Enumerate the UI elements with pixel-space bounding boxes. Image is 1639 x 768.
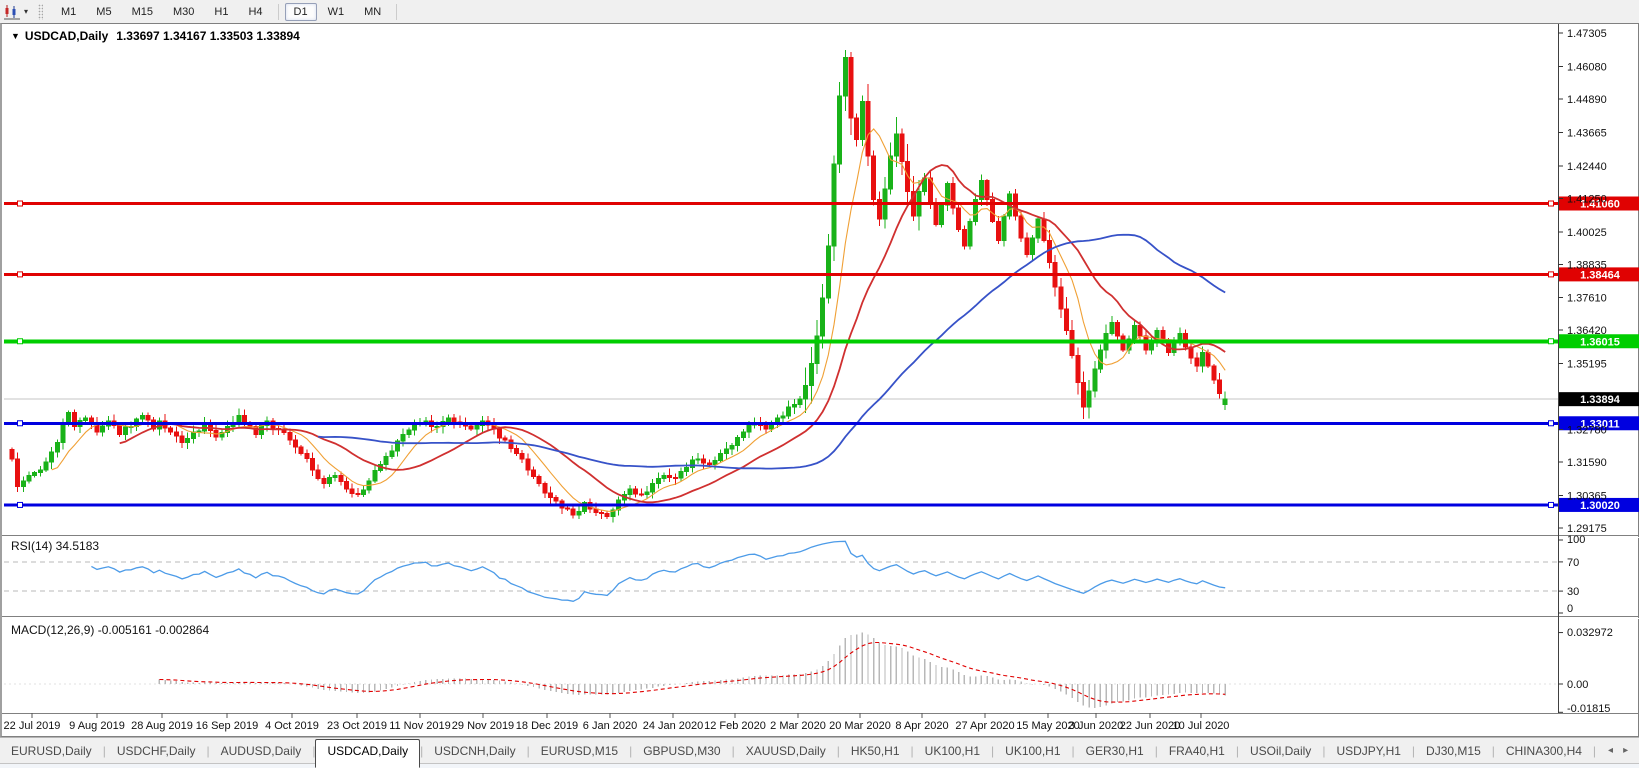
- svg-text:18 Dec 2019: 18 Dec 2019: [516, 720, 578, 732]
- chart-tab-hk50-h1[interactable]: HK50,H1: [840, 740, 911, 762]
- svg-text:20 Mar 2020: 20 Mar 2020: [829, 720, 891, 732]
- chart-tab-gbpusd-m30[interactable]: GBPUSD,M30: [632, 740, 731, 762]
- chart-tab-usdchf-daily[interactable]: USDCHF,Daily: [106, 740, 207, 762]
- chart-tab-uk100-h1[interactable]: UK100,H1: [914, 740, 991, 762]
- svg-text:1.31590: 1.31590: [1567, 457, 1607, 469]
- svg-text:0.00: 0.00: [1567, 679, 1588, 691]
- chart-type-icon[interactable]: [2, 4, 22, 20]
- chart-tab-uk100-h1[interactable]: UK100,H1: [994, 740, 1071, 762]
- svg-text:1.32780: 1.32780: [1567, 425, 1607, 437]
- svg-text:12 Feb 2020: 12 Feb 2020: [704, 720, 766, 732]
- svg-text:1.37610: 1.37610: [1567, 293, 1607, 305]
- svg-text:16 Sep 2019: 16 Sep 2019: [196, 720, 258, 732]
- tab-scroll-left-icon[interactable]: ◂: [1608, 745, 1613, 756]
- svg-text:1.38835: 1.38835: [1567, 259, 1607, 271]
- chart-tab-audusd-daily[interactable]: AUDUSD,Daily: [210, 740, 313, 762]
- chart-tab-dj30-m15[interactable]: DJ30,M15: [1415, 740, 1492, 762]
- chart-title: ▼ USDCAD,Daily 1.33697 1.34167 1.33503 1.3…: [11, 29, 300, 43]
- svg-text:1.42440: 1.42440: [1567, 161, 1607, 173]
- timeframe-button-mn[interactable]: MN: [355, 3, 390, 21]
- chart-tab-usdjpy-h1[interactable]: USDJPY,H1: [1325, 740, 1411, 762]
- svg-text:11 Nov 2019: 11 Nov 2019: [389, 720, 451, 732]
- chart-tab-usdcad-daily[interactable]: USDCAD,Daily: [315, 739, 420, 768]
- svg-text:10 Jul 2020: 10 Jul 2020: [1173, 720, 1230, 732]
- svg-text:1.41250: 1.41250: [1567, 193, 1607, 205]
- timeframe-button-h1[interactable]: H1: [205, 3, 237, 21]
- svg-text:22 Jul 2019: 22 Jul 2019: [4, 720, 61, 732]
- chart-tab-eurusd-m15[interactable]: EURUSD,M15: [530, 740, 629, 762]
- chart-tab-xauusd-daily[interactable]: XAUUSD,Daily: [735, 740, 837, 762]
- chart-tab-fra40-h1[interactable]: FRA40,H1: [1158, 740, 1236, 762]
- svg-text:1.40025: 1.40025: [1567, 227, 1607, 239]
- svg-text:1.44890: 1.44890: [1567, 94, 1607, 106]
- symbol-dropdown-icon[interactable]: ▼: [11, 31, 20, 41]
- svg-text:1.43665: 1.43665: [1567, 127, 1607, 139]
- macd-label: MACD(12,26,9) -0.005161 -0.002864: [11, 623, 209, 637]
- status-bar: [0, 763, 1639, 768]
- toolbar-separator: [396, 4, 397, 20]
- svg-text:23 Oct 2019: 23 Oct 2019: [327, 720, 387, 732]
- toolbar-grip[interactable]: [38, 4, 43, 20]
- svg-text:30: 30: [1567, 586, 1579, 598]
- chart-window: 1.410601.384641.360151.330111.300201.473…: [0, 23, 1639, 737]
- top-toolbar: ▾ M1M5M15M30H1H4 D1W1MN: [0, 0, 1639, 24]
- chart-tab-usdcnh-daily[interactable]: USDCNH,Daily: [423, 740, 526, 762]
- svg-text:1.46080: 1.46080: [1567, 61, 1607, 73]
- chart-tab-usoil-daily[interactable]: USOil,Daily: [1239, 740, 1322, 762]
- tab-scroll-arrows: ◂▸: [1596, 745, 1639, 756]
- chart-tab-china300-h4[interactable]: CHINA300,H4: [1495, 740, 1593, 762]
- svg-text:0: 0: [1567, 603, 1573, 615]
- chart-tab-eurusd-daily[interactable]: EURUSD,Daily: [0, 740, 103, 762]
- tab-scroll-right-icon[interactable]: ▸: [1623, 745, 1628, 756]
- timeframe-button-d1[interactable]: D1: [285, 3, 317, 21]
- svg-text:100: 100: [1567, 534, 1585, 546]
- svg-text:1.36420: 1.36420: [1567, 325, 1607, 337]
- svg-text:1.33894: 1.33894: [1580, 394, 1621, 406]
- svg-text:1.35195: 1.35195: [1567, 359, 1607, 371]
- candlestick-chart-glyph: [3, 4, 21, 20]
- rsi-label: RSI(14) 34.5183: [11, 539, 99, 553]
- svg-text:8 Apr 2020: 8 Apr 2020: [895, 720, 948, 732]
- chart-tab-ger30-h1[interactable]: GER30,H1: [1075, 740, 1155, 762]
- svg-text:0.032972: 0.032972: [1567, 627, 1613, 639]
- chart-canvas[interactable]: 1.410601.384641.360151.330111.300201.473…: [2, 24, 1639, 738]
- svg-text:1.47305: 1.47305: [1567, 28, 1607, 40]
- timeframe-button-w1[interactable]: W1: [319, 3, 354, 21]
- svg-text:29 Nov 2019: 29 Nov 2019: [452, 720, 514, 732]
- chart-tabs-bar: EURUSD,Daily|USDCHF,Daily|AUDUSD,Daily|U…: [0, 737, 1639, 763]
- toolbar-separator: [278, 4, 279, 20]
- svg-text:6 Jan 2020: 6 Jan 2020: [583, 720, 637, 732]
- svg-text:3 Jun 2020: 3 Jun 2020: [1069, 720, 1123, 732]
- svg-text:24 Jan 2020: 24 Jan 2020: [643, 720, 704, 732]
- timeframe-button-m1[interactable]: M1: [52, 3, 85, 21]
- timeframe-buttons: M1M5M15M30H1H4 D1W1MN: [51, 3, 402, 21]
- svg-text:70: 70: [1567, 557, 1579, 569]
- svg-text:22 Jun 2020: 22 Jun 2020: [1120, 720, 1181, 732]
- svg-text:9 Aug 2019: 9 Aug 2019: [69, 720, 125, 732]
- svg-text:-0.01815: -0.01815: [1567, 703, 1610, 715]
- svg-text:1.30365: 1.30365: [1567, 491, 1607, 503]
- timeframe-button-m30[interactable]: M30: [164, 3, 203, 21]
- timeframe-button-m5[interactable]: M5: [87, 3, 120, 21]
- svg-text:1.36015: 1.36015: [1580, 336, 1620, 348]
- svg-text:2 Mar 2020: 2 Mar 2020: [770, 720, 826, 732]
- timeframe-button-h4[interactable]: H4: [239, 3, 271, 21]
- timeframe-button-m15[interactable]: M15: [123, 3, 162, 21]
- svg-text:28 Aug 2019: 28 Aug 2019: [131, 720, 193, 732]
- chart-type-dropdown-icon[interactable]: ▾: [24, 7, 28, 16]
- svg-text:4 Oct 2019: 4 Oct 2019: [265, 720, 319, 732]
- svg-text:27 Apr 2020: 27 Apr 2020: [955, 720, 1014, 732]
- ohlc-values: 1.33697 1.34167 1.33503 1.33894: [116, 29, 300, 43]
- symbol-period-label: USDCAD,Daily: [25, 29, 108, 43]
